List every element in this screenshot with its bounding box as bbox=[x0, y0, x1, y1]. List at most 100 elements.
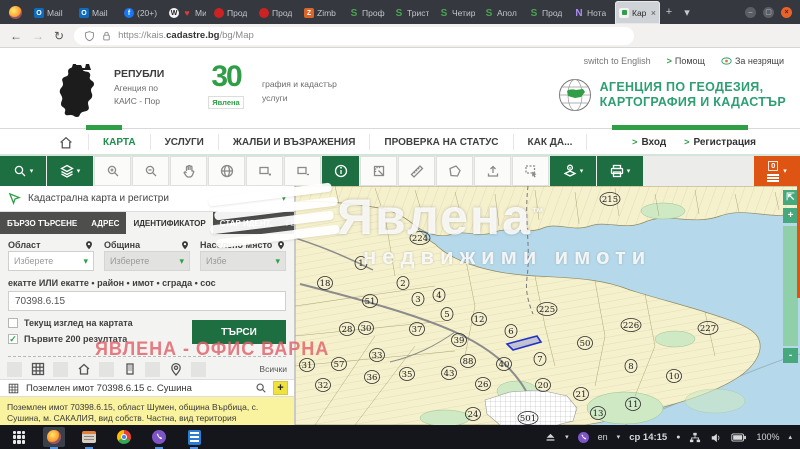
field-select[interactable]: Избе▾ bbox=[200, 251, 286, 271]
close-button[interactable]: × bbox=[781, 7, 792, 18]
cart-button[interactable]: 0 ▾ bbox=[754, 156, 800, 186]
upload-tool[interactable] bbox=[474, 156, 511, 186]
browser-tab[interactable]: SТрист bbox=[390, 2, 435, 24]
list-all-tabs-button[interactable]: ▾ bbox=[678, 0, 696, 24]
toolbar-slot[interactable] bbox=[99, 362, 114, 377]
nav-item-2[interactable]: УСЛУГИ bbox=[150, 134, 218, 150]
layer-info-tool[interactable]: ▾ bbox=[550, 156, 596, 186]
new-tab-button[interactable]: + bbox=[660, 0, 678, 24]
back-button[interactable]: ← bbox=[10, 29, 22, 43]
field-select[interactable]: Изберете▾ bbox=[8, 251, 94, 271]
search-tool[interactable]: ▾ bbox=[0, 156, 46, 186]
nav-link-вход[interactable]: >Вход bbox=[632, 137, 666, 148]
measure-length-tool[interactable] bbox=[398, 156, 435, 186]
toolbar-slot[interactable] bbox=[53, 362, 68, 377]
select-tool[interactable] bbox=[512, 156, 549, 186]
toolbar-slot[interactable] bbox=[145, 362, 160, 377]
extent-out-tool[interactable] bbox=[284, 156, 321, 186]
identifier-input[interactable]: 70398.6.15 bbox=[8, 291, 286, 311]
nav-item-4[interactable]: ПРОВЕРКА НА СТАТУС bbox=[369, 134, 512, 150]
chrome-taskbar-icon[interactable] bbox=[113, 427, 135, 447]
url-field[interactable]: https://kais.cadastre.bg/bg/Map bbox=[74, 27, 634, 45]
building-icon[interactable] bbox=[122, 362, 137, 377]
identify-tool[interactable] bbox=[322, 156, 359, 186]
forward-button[interactable]: → bbox=[32, 29, 44, 43]
browser-tab[interactable]: f(20+) bbox=[120, 2, 165, 24]
browser-tab[interactable]: Кар× bbox=[615, 1, 660, 24]
add-result-button[interactable]: + bbox=[273, 381, 288, 395]
nav-link-регистрация[interactable]: >Регистрация bbox=[684, 137, 756, 148]
print-tool[interactable]: ▾ bbox=[597, 156, 643, 186]
map-viewport[interactable]: 2152241182513451222528303739650226227315… bbox=[295, 186, 800, 425]
chevron-down-icon[interactable]: ▾ bbox=[565, 433, 569, 441]
layer-selector[interactable]: Кадастрална карта и регистри ▾ bbox=[0, 186, 294, 212]
keyboard-layout[interactable]: en bbox=[598, 432, 608, 442]
result-row[interactable]: Поземлен имот 70398.6.15 с. Сушина + bbox=[0, 379, 294, 397]
toolbar-slot[interactable] bbox=[191, 362, 206, 377]
browser-tab[interactable]: SПрод bbox=[525, 2, 570, 24]
firefox-menu-button[interactable] bbox=[0, 0, 30, 24]
help-link[interactable]: >Помощ bbox=[667, 56, 705, 66]
browser-tab[interactable]: SЧетир bbox=[435, 2, 480, 24]
globe-tool[interactable] bbox=[208, 156, 245, 186]
network-icon[interactable] bbox=[689, 432, 701, 443]
eject-icon[interactable] bbox=[545, 432, 556, 442]
nav-item-5[interactable]: КАК ДА... bbox=[513, 134, 588, 150]
browser-tab[interactable]: W♥Ми bbox=[165, 2, 210, 24]
zoom-slider[interactable] bbox=[783, 226, 798, 346]
checkbox-checked[interactable]: ✓ bbox=[8, 334, 18, 344]
nav-item-3[interactable]: ЖАЛБИ И ВЪЗРАЖЕНИЯ bbox=[218, 134, 370, 150]
grid-icon[interactable] bbox=[30, 362, 45, 377]
panel-tab-3[interactable]: ИДЕНТИФИКАТОР bbox=[126, 212, 212, 234]
search-button[interactable]: ТЪРСИ bbox=[192, 320, 286, 344]
browser-tab[interactable]: OMail bbox=[75, 2, 120, 24]
browser-tab[interactable]: Прод bbox=[210, 2, 255, 24]
nav-item-1[interactable]: КАРТА bbox=[88, 134, 150, 150]
home-icon[interactable] bbox=[76, 362, 91, 377]
panel-tab-1[interactable]: БЪРЗО ТЪРСЕНЕ bbox=[0, 212, 84, 234]
zoom-in-button[interactable]: + bbox=[783, 208, 798, 223]
firefox-taskbar-icon[interactable] bbox=[43, 427, 65, 447]
files-taskbar-icon[interactable] bbox=[78, 427, 100, 447]
zoom-to-result-icon[interactable] bbox=[253, 381, 268, 396]
zoom-in-tool[interactable] bbox=[94, 156, 131, 186]
zoom-out-button[interactable]: - bbox=[783, 348, 798, 363]
browser-tab[interactable]: SПроф bbox=[345, 2, 390, 24]
layers-tool[interactable]: ▾ bbox=[47, 156, 93, 186]
polygon-tool[interactable] bbox=[436, 156, 473, 186]
pin-icon[interactable] bbox=[168, 362, 183, 377]
switch-to-english-link[interactable]: switch to English bbox=[584, 56, 651, 66]
chevron-down-icon[interactable]: ▾ bbox=[617, 433, 621, 441]
home-icon[interactable] bbox=[58, 135, 74, 150]
viber-tray-icon[interactable] bbox=[578, 432, 589, 443]
checkbox-unchecked[interactable] bbox=[8, 318, 18, 328]
results-all-filter[interactable]: Всички bbox=[259, 364, 287, 374]
browser-tab[interactable]: ZZimb bbox=[300, 2, 345, 24]
word-taskbar-icon[interactable] bbox=[183, 427, 205, 447]
extent-in-tool[interactable] bbox=[246, 156, 283, 186]
pan-tool[interactable] bbox=[170, 156, 207, 186]
fullscreen-button[interactable]: ⇱ bbox=[783, 190, 798, 205]
clock[interactable]: ср 14:15 bbox=[629, 432, 667, 443]
viber-taskbar-icon[interactable] bbox=[148, 427, 170, 447]
panel-tab-4[interactable]: СТАР ИДЕНТ. bbox=[213, 212, 279, 234]
browser-tab[interactable]: NНота bbox=[570, 2, 615, 24]
volume-icon[interactable] bbox=[710, 432, 722, 443]
app-grid-taskbar-icon[interactable] bbox=[8, 427, 30, 447]
measure-area-tool[interactable] bbox=[360, 156, 397, 186]
close-tab-icon[interactable]: × bbox=[651, 8, 656, 18]
browser-tab[interactable]: SАпол bbox=[480, 2, 525, 24]
zoom-out-tool[interactable] bbox=[132, 156, 169, 186]
browser-tab[interactable]: Прод bbox=[255, 2, 300, 24]
chevron-up-icon[interactable]: ▴ bbox=[788, 433, 792, 441]
minimize-button[interactable]: – bbox=[745, 7, 756, 18]
reload-button[interactable]: ↻ bbox=[54, 29, 64, 43]
field-select[interactable]: Изберете▾ bbox=[104, 251, 190, 271]
panel-tab-5[interactable]: ГЕОД. ОСНОВА bbox=[279, 212, 295, 234]
accessibility-link[interactable]: За незрящи bbox=[721, 56, 784, 66]
battery-icon[interactable] bbox=[731, 433, 747, 442]
panel-tab-2[interactable]: АДРЕС bbox=[84, 212, 126, 234]
browser-tab[interactable]: OMail bbox=[30, 2, 75, 24]
maximize-button[interactable]: ▢ bbox=[763, 7, 774, 18]
toolbar-slot[interactable] bbox=[7, 362, 22, 377]
